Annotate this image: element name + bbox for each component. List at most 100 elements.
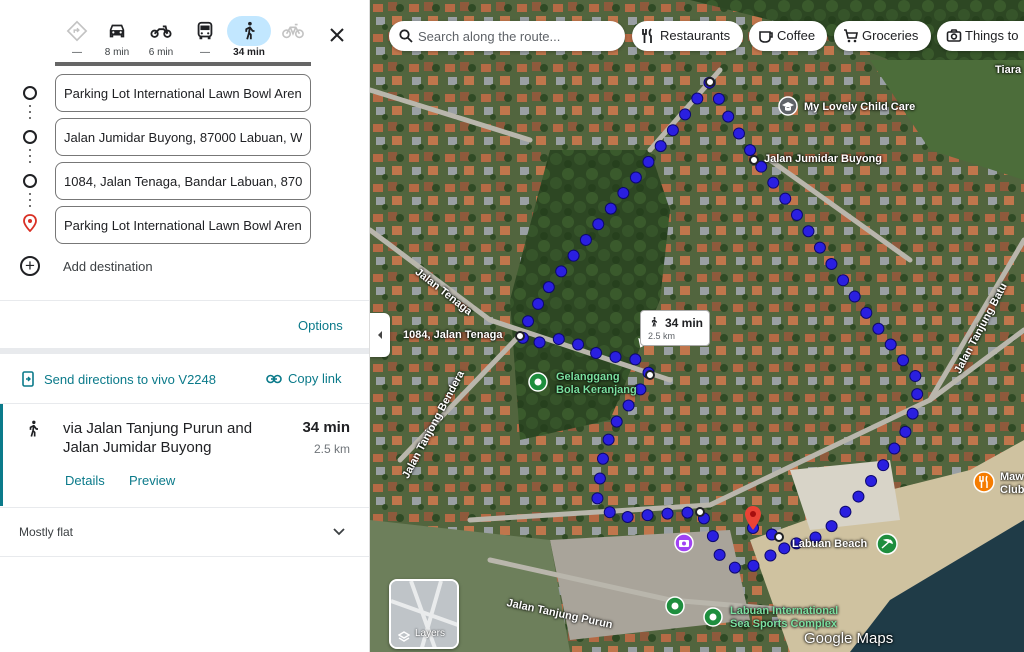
- layers-icon: [398, 631, 410, 642]
- send-to-phone-icon: [22, 371, 34, 387]
- stop-row-3: [0, 162, 369, 200]
- route-duration: 34 min: [302, 419, 350, 436]
- bus-icon: [197, 21, 213, 40]
- plus-icon: +: [20, 256, 40, 276]
- travel-mode-bar: — 8 min 6 min — 34 min: [55, 14, 315, 64]
- mode-driving[interactable]: 8 min: [95, 16, 139, 62]
- chip-groceries-label: Groceries: [862, 28, 919, 43]
- search-placeholder: Search along the route...: [418, 29, 561, 44]
- mode-driving-label: 8 min: [104, 47, 130, 58]
- chip-things-to-do-label: Things to: [965, 28, 1019, 43]
- destination-marker-icon[interactable]: [743, 505, 763, 531]
- terrain-label: Mostly flat: [19, 525, 74, 539]
- add-destination-label: Add destination: [63, 259, 153, 274]
- route-preview-link[interactable]: Preview: [129, 473, 175, 488]
- bicycle-icon: [282, 23, 304, 39]
- share-row: Send directions to vivo V2248 Copy link: [0, 365, 369, 395]
- chevron-down-icon: [333, 528, 345, 536]
- map-label-jumidar: Jalan Jumidar Buyong: [764, 153, 882, 165]
- stop-row-2: [0, 118, 369, 156]
- mode-walking-label: 34 min: [233, 47, 265, 58]
- mode-motorcycle[interactable]: 6 min: [139, 16, 183, 62]
- mode-best: —: [55, 16, 99, 62]
- mode-transit[interactable]: —: [183, 16, 227, 62]
- camera-icon: [946, 29, 962, 42]
- mode-bar-underline: [55, 62, 311, 66]
- map-label-maw[interactable]: Maw Club: [1000, 471, 1024, 497]
- copy-link-label: Copy link: [288, 371, 342, 386]
- terrain-row[interactable]: Mostly flat: [0, 507, 369, 557]
- stop-input-4[interactable]: [55, 206, 311, 244]
- mode-best-label: —: [72, 47, 82, 58]
- beach-icon[interactable]: [876, 533, 898, 555]
- close-icon: [330, 28, 344, 42]
- map-label-beach[interactable]: Labuan Beach: [792, 538, 867, 550]
- stop-input-1[interactable]: [55, 74, 311, 112]
- chip-restaurants-label: Restaurants: [660, 28, 731, 43]
- stop-connector: [29, 149, 31, 163]
- layers-button[interactable]: Layers: [389, 579, 459, 649]
- camera-pin-icon[interactable]: [674, 533, 694, 553]
- bubble-time: 34 min: [665, 316, 704, 330]
- walk-icon: [245, 21, 255, 40]
- layers-label: Layers: [415, 628, 446, 639]
- walk-icon: [29, 420, 38, 437]
- stop-row-1: [0, 74, 369, 112]
- route-option-card[interactable]: via Jalan Tanjung Purun and Jalan Jumida…: [0, 404, 369, 506]
- stop-circle-icon: [23, 174, 37, 188]
- add-destination-button[interactable]: + Add destination: [0, 252, 369, 282]
- send-to-device-button[interactable]: Send directions to vivo V2248: [22, 371, 216, 387]
- map-label-sea-sports[interactable]: Labuan International Sea Sports Complex: [730, 605, 850, 631]
- park-pin-icon[interactable]: [665, 596, 685, 616]
- mode-cycling: [271, 16, 315, 62]
- collapse-panel-button[interactable]: [370, 313, 390, 357]
- chip-things-to-do[interactable]: Things to: [937, 21, 1024, 51]
- map-label-tenaga-stop: 1084, Jalan Tenaga: [403, 329, 503, 341]
- maps-app: — 8 min 6 min — 34 min Parking Lot Inter…: [0, 0, 1024, 652]
- destination-pin-icon: [23, 214, 37, 233]
- mode-walking[interactable]: 34 min: [227, 16, 271, 62]
- options-button[interactable]: Options: [298, 318, 343, 333]
- coffee-icon: [759, 31, 773, 43]
- park-pin-icon[interactable]: [528, 372, 548, 392]
- car-icon: [109, 24, 125, 38]
- copy-link-button[interactable]: Copy link: [266, 371, 341, 386]
- divider: [0, 300, 369, 301]
- park-pin-icon[interactable]: [703, 607, 723, 627]
- chip-restaurants[interactable]: Restaurants: [632, 21, 743, 51]
- directions-icon: [66, 20, 88, 42]
- motorcycle-icon: [150, 25, 172, 38]
- restaurant-pin-icon[interactable]: [973, 471, 995, 493]
- divider: [0, 348, 369, 354]
- chip-coffee[interactable]: Coffee: [749, 21, 827, 51]
- school-icon[interactable]: [778, 96, 798, 118]
- link-icon: [266, 374, 282, 384]
- directions-panel: — 8 min 6 min — 34 min Parking Lot Inter…: [0, 0, 370, 652]
- close-directions-button[interactable]: [322, 18, 352, 48]
- route-details-link[interactable]: Details: [65, 473, 105, 488]
- route-via-text: via Jalan Tanjung Purun and Jalan Jumida…: [63, 420, 253, 456]
- stop-connector: [29, 105, 31, 119]
- chip-coffee-label: Coffee: [777, 28, 816, 43]
- map-label-gelanggang[interactable]: Gelanggang Bola Keranjang: [556, 371, 646, 397]
- chip-groceries[interactable]: Groceries: [834, 21, 931, 51]
- restaurant-icon: [642, 28, 652, 43]
- walk-icon: [651, 317, 657, 327]
- mode-cycling-label: [271, 46, 315, 60]
- search-icon: [399, 29, 413, 43]
- stop-circle-icon: [23, 86, 37, 100]
- stop-connector: [29, 193, 31, 207]
- stop-circle-icon: [23, 130, 37, 144]
- google-maps-logo: Google Maps: [804, 630, 894, 647]
- route-distance: 2.5 km: [313, 442, 350, 456]
- stop-input-3[interactable]: [55, 162, 311, 200]
- stop-row-4: [0, 206, 369, 244]
- map-label-child-care[interactable]: My Lovely Child Care: [804, 101, 915, 113]
- stop-input-2[interactable]: [55, 118, 311, 156]
- cart-icon: [844, 29, 858, 43]
- route-info-bubble[interactable]: 34 min 2.5 km: [640, 310, 710, 346]
- bubble-distance: 2.5 km: [648, 331, 676, 341]
- search-along-route-input[interactable]: Search along the route...: [389, 21, 625, 51]
- send-to-device-label: Send directions to vivo V2248: [44, 372, 216, 387]
- mode-motorcycle-label: 6 min: [148, 47, 174, 58]
